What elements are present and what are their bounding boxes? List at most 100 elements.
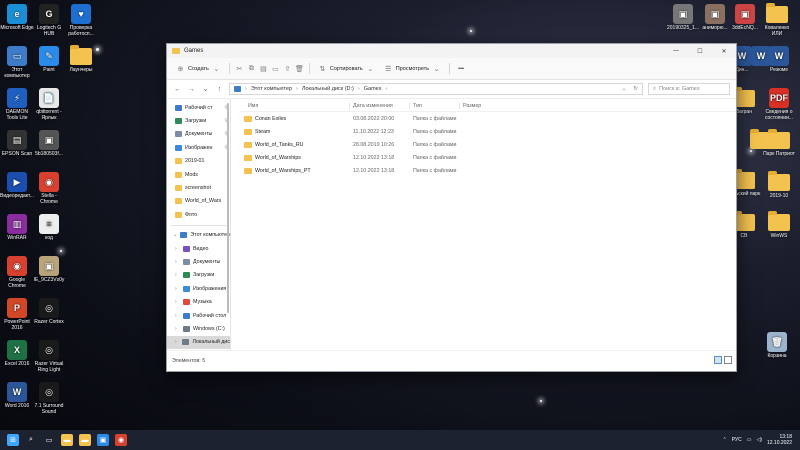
up-arrow-icon[interactable]: ↑: [215, 86, 224, 93]
desktop-icon-item[interactable]: W Word 2016: [0, 382, 34, 410]
sort-button[interactable]: ⇅ Сортировать ⌄: [315, 62, 378, 75]
column-header-name[interactable]: Имя: [241, 103, 349, 109]
minimize-button[interactable]: —: [664, 44, 688, 58]
nav-item-quick-access[interactable]: Mods: [167, 168, 230, 181]
nav-item-this-pc-child[interactable]: › Изображения: [167, 282, 230, 295]
tiles-view-button[interactable]: [724, 356, 732, 364]
desktop-icon-item[interactable]: ◉ Stella - Chrome: [32, 172, 66, 206]
chevron-right-icon[interactable]: ›: [175, 246, 180, 252]
desktop-icon-item[interactable]: ⚡ DAEMON Tools Lite: [0, 88, 34, 122]
column-header-date[interactable]: Дата изменения: [349, 103, 409, 109]
view-button[interactable]: ☰ Просмотреть ⌄: [381, 62, 444, 75]
column-header-size[interactable]: Размер: [459, 103, 499, 109]
nav-scrollbar[interactable]: [227, 103, 229, 313]
more-button[interactable]: •••: [455, 64, 467, 74]
back-arrow-icon[interactable]: ←: [173, 86, 182, 93]
nav-item-quick-access[interactable]: 2019-01: [167, 155, 230, 168]
desktop-icon-item[interactable]: P PowerPoint 2016: [0, 298, 34, 332]
column-header-type[interactable]: Тип: [409, 103, 459, 109]
create-button[interactable]: ⊕ Создать ⌄: [173, 62, 224, 75]
nav-item-quick-access[interactable]: Загрузки⚲: [167, 114, 230, 127]
desktop-icon-item[interactable]: ▣ 20190325_1...: [666, 4, 700, 32]
chrome-icon[interactable]: ◉: [115, 434, 127, 446]
chevron-right-icon[interactable]: ›: [175, 313, 180, 319]
nav-item-this-pc-child[interactable]: › Видео: [167, 242, 230, 255]
desktop-icon-item[interactable]: Лаунчеры: [64, 45, 98, 74]
nav-item-quick-access[interactable]: Фото: [167, 208, 230, 221]
breadcrumb-this-pc[interactable]: Этот компьютер: [251, 86, 292, 92]
desktop-icon-item[interactable]: ▶ Видеоредакт...: [0, 172, 34, 200]
desktop-icon-item[interactable]: ◎ Razer Virtual Ring Light: [32, 340, 66, 374]
chevron-down-icon[interactable]: ⌄: [622, 86, 630, 92]
share-icon[interactable]: ⇪: [283, 64, 292, 73]
task-view-icon[interactable]: ▭: [43, 434, 55, 446]
desktop-icon-item[interactable]: X Excel 2016: [0, 340, 34, 368]
delete-icon[interactable]: 🗑: [295, 64, 304, 73]
table-row[interactable]: World_of_Warships_PT 12.10.2022 13:18 Папк…: [241, 164, 736, 177]
photos-icon[interactable]: ▣: [97, 434, 109, 446]
desktop-icon-item[interactable]: W Резюме: [762, 46, 796, 74]
search-input[interactable]: ⌕ Поиск в: Games: [648, 83, 730, 95]
chevron-up-icon[interactable]: ⌃: [723, 437, 727, 443]
desktop-icon-item[interactable]: 2019-10: [762, 171, 796, 200]
desktop-icon-item[interactable]: ▣ 3ddEcNQ...: [728, 4, 762, 32]
desktop-icon-item[interactable]: PDF Сведения о состоянии...: [762, 88, 796, 122]
start-icon[interactable]: ⊞: [7, 434, 19, 446]
copy-icon[interactable]: ⧉: [247, 64, 256, 73]
cut-icon[interactable]: ✂: [235, 64, 244, 73]
nav-item-quick-access[interactable]: Рабочий ст⚲: [167, 101, 230, 114]
title-bar[interactable]: Games — ☐ ✕: [167, 44, 736, 58]
desktop-icon-item[interactable]: ◎ Razer Cortex: [32, 298, 66, 326]
nav-item-this-pc[interactable]: ⌄ Этот компьютер: [167, 229, 230, 242]
desktop-icon-item[interactable]: ◎ 7.1 Surround Sound: [32, 382, 66, 416]
network-icon[interactable]: ▭: [747, 437, 752, 443]
paste-icon[interactable]: ▤: [259, 64, 268, 73]
chevron-right-icon[interactable]: ›: [175, 326, 180, 332]
chevron-right-icon[interactable]: ›: [175, 259, 180, 265]
desktop-icon-item[interactable]: ✎ Paint: [32, 46, 66, 74]
chevron-right-icon[interactable]: ›: [175, 339, 179, 345]
table-row[interactable]: World_of_Tanks_RU 28.08.2019 10:26 Папка с…: [241, 138, 736, 151]
nav-item-this-pc-child[interactable]: › Рабочий стол: [167, 309, 230, 322]
chevron-down-icon[interactable]: ⌄: [201, 85, 210, 93]
nav-item-quick-access[interactable]: World_of_Wars: [167, 195, 230, 208]
desktop-icon-item[interactable]: ▣ IE_9CZ3Vs0y: [32, 256, 66, 284]
desktop-icon-item[interactable]: G Logitech G HUB: [32, 4, 66, 38]
close-button[interactable]: ✕: [712, 44, 736, 58]
nav-item-quick-access[interactable]: screenshot: [167, 181, 230, 194]
desktop-icon-item[interactable]: ▤ EPSON Scan: [0, 130, 34, 158]
nav-item-this-pc-child[interactable]: › Документы: [167, 255, 230, 268]
nav-item-quick-access[interactable]: Изображен⚲: [167, 141, 230, 154]
volume-icon[interactable]: ◁): [756, 437, 762, 443]
forward-arrow-icon[interactable]: →: [187, 86, 196, 93]
breadcrumb-games[interactable]: Games: [364, 86, 382, 92]
desktop-icon-item[interactable]: WinWS: [762, 211, 796, 240]
desktop-icon-item[interactable]: Коваленко ИЛИ: [760, 3, 794, 38]
breadcrumb-drive-d[interactable]: Локальный диск (D:): [302, 86, 354, 92]
desktop-icon-item[interactable]: ♥ Проверка работосп...: [64, 4, 98, 38]
table-row[interactable]: World_of_Warships 12.10.2022 13:18 Папка с…: [241, 151, 736, 164]
desktop-icon-item[interactable]: ▣ аниморю...: [698, 4, 732, 32]
nav-item-quick-access[interactable]: Документы⚲: [167, 128, 230, 141]
language-indicator[interactable]: РУС: [732, 437, 742, 443]
chevron-right-icon[interactable]: ›: [175, 299, 180, 305]
table-row[interactable]: Conan Exiles 03.08.2022 20:00 Папка с файл…: [241, 112, 736, 125]
nav-item-this-pc-child[interactable]: › Музыка: [167, 295, 230, 308]
desktop-icon-item[interactable]: 🗑 Корзина: [760, 332, 794, 360]
search-icon[interactable]: ⌕: [25, 434, 37, 446]
desktop-icon-item[interactable]: ◉ Google Chrome: [0, 256, 34, 290]
address-bar[interactable]: › Этот компьютер › Локальный диск (D:) ›…: [229, 83, 643, 95]
desktop-icon-item[interactable]: ▭ Этот компьютер: [0, 46, 34, 80]
refresh-icon[interactable]: ↻: [633, 86, 642, 92]
chevron-right-icon[interactable]: ›: [175, 286, 180, 292]
maximize-button[interactable]: ☐: [688, 44, 712, 58]
nav-item-this-pc-child[interactable]: › Локальный дис: [167, 335, 230, 350]
nav-item-this-pc-child[interactable]: › Windows (C:): [167, 322, 230, 335]
details-view-button[interactable]: [714, 356, 722, 364]
rename-icon[interactable]: ▭: [271, 64, 280, 73]
desktop-icon-item[interactable]: Парк Патриот: [762, 129, 796, 158]
chevron-right-icon[interactable]: ›: [175, 272, 180, 278]
folder-icon[interactable]: ▬: [79, 434, 91, 446]
table-row[interactable]: Steam 11.10.2022 12:23 Папка с файлами: [241, 125, 736, 138]
clock[interactable]: 13:18 12.10.2022: [767, 434, 792, 446]
